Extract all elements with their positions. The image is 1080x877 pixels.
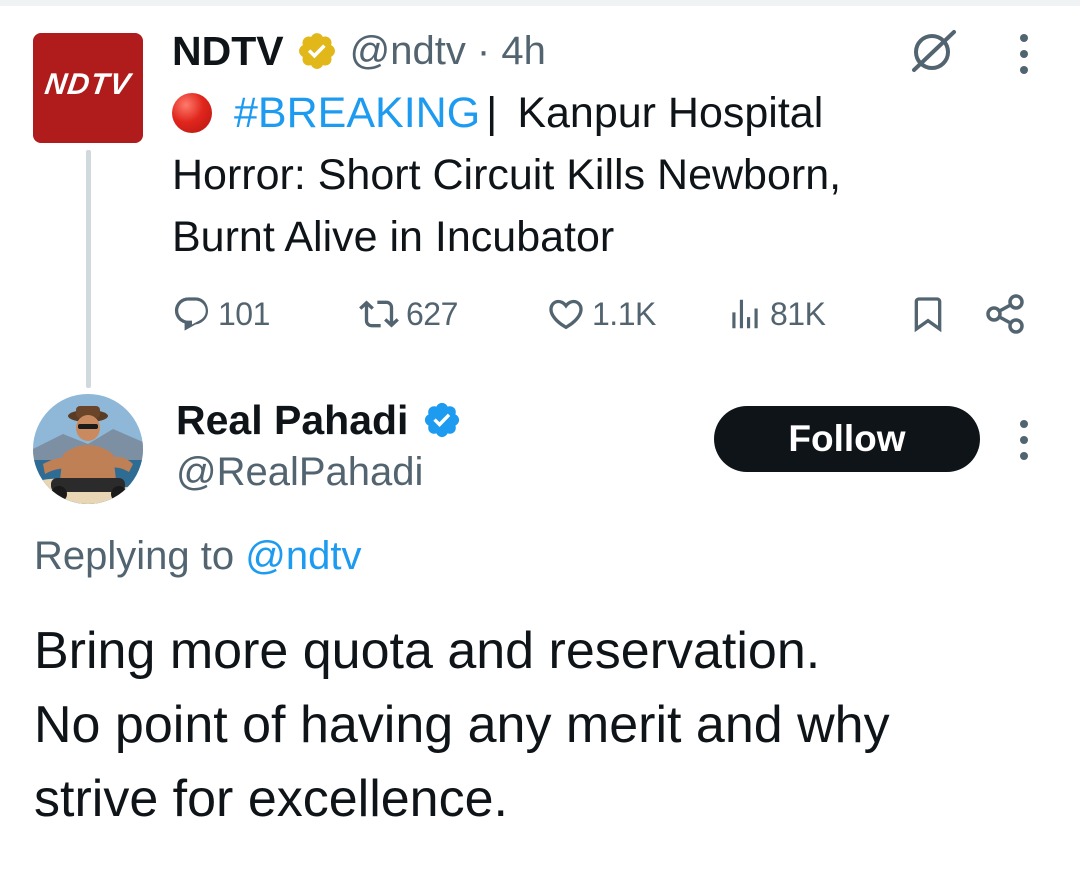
bookmark-button[interactable] <box>908 288 948 340</box>
reply-author-name[interactable]: Real Pahadi <box>176 397 408 444</box>
views-icon <box>732 299 758 329</box>
thread-connector-line <box>86 150 91 388</box>
verified-blue-icon[interactable] <box>422 400 462 440</box>
repost-count: 627 <box>406 295 458 332</box>
like-icon <box>549 299 583 330</box>
reply-button[interactable]: 101 <box>172 288 270 340</box>
share-icon <box>986 294 1024 334</box>
parent-text-line1: Kanpur Hospital <box>517 89 824 137</box>
repost-button[interactable]: 627 <box>358 288 458 340</box>
reply-header: Real Pahadi <box>176 394 462 446</box>
reply-text-line3: strive for excellence. <box>34 770 508 828</box>
repost-icon <box>359 300 399 328</box>
reply-handle[interactable]: @RealPahadi <box>176 450 423 495</box>
parent-tweet-header: NDTV @ndtv · 4h <box>172 26 546 76</box>
real-pahadi-avatar[interactable] <box>33 394 143 504</box>
reply-tweet-text: Bring more quota and reservation. No poi… <box>34 614 1054 836</box>
reply-icon <box>174 297 209 331</box>
parent-author-name[interactable]: NDTV <box>172 28 284 75</box>
parent-handle-time[interactable]: @ndtv · 4h <box>350 29 546 74</box>
red-circle-emoji <box>172 93 212 133</box>
reply-more-icon[interactable] <box>1012 420 1036 460</box>
parent-text-line2: Horror: Short Circuit Kills Newborn, <box>172 151 842 199</box>
verified-gold-icon[interactable] <box>296 30 338 72</box>
views-count: 81K <box>770 295 826 332</box>
parent-action-bar: 101 627 1.1K 81K <box>172 288 1032 340</box>
replying-to-line: Replying to @ndtv <box>34 534 361 579</box>
ndtv-logo-text: NDTV <box>42 68 134 101</box>
grok-icon[interactable] <box>908 28 960 74</box>
ndtv-avatar[interactable]: NDTV <box>33 33 143 143</box>
reply-count: 101 <box>218 295 270 332</box>
views-button[interactable]: 81K <box>726 288 826 340</box>
breaking-hashtag[interactable]: #BREAKING <box>234 82 480 144</box>
bookmark-icon <box>914 297 942 333</box>
like-count: 1.1K <box>592 295 656 332</box>
parent-more-icon[interactable] <box>1012 34 1036 74</box>
text-separator: | <box>486 89 498 137</box>
reply-text-line1: Bring more quota and reservation. <box>34 622 821 680</box>
share-button[interactable] <box>984 288 1028 340</box>
tweet-thread-view: NDTV NDTV @ndtv · 4h #BREAKING | Kanpur … <box>0 0 1080 877</box>
reply-text-line2: No point of having any merit and why <box>34 696 890 754</box>
like-button[interactable]: 1.1K <box>546 288 656 340</box>
parent-text-line3: Burnt Alive in Incubator <box>172 213 615 261</box>
top-divider <box>0 0 1080 6</box>
parent-tweet-text: #BREAKING | Kanpur Hospital Horror: Shor… <box>172 82 1052 268</box>
replying-mention-link[interactable]: @ndtv <box>245 534 361 578</box>
follow-button[interactable]: Follow <box>714 406 980 472</box>
replying-prefix: Replying to <box>34 534 235 578</box>
